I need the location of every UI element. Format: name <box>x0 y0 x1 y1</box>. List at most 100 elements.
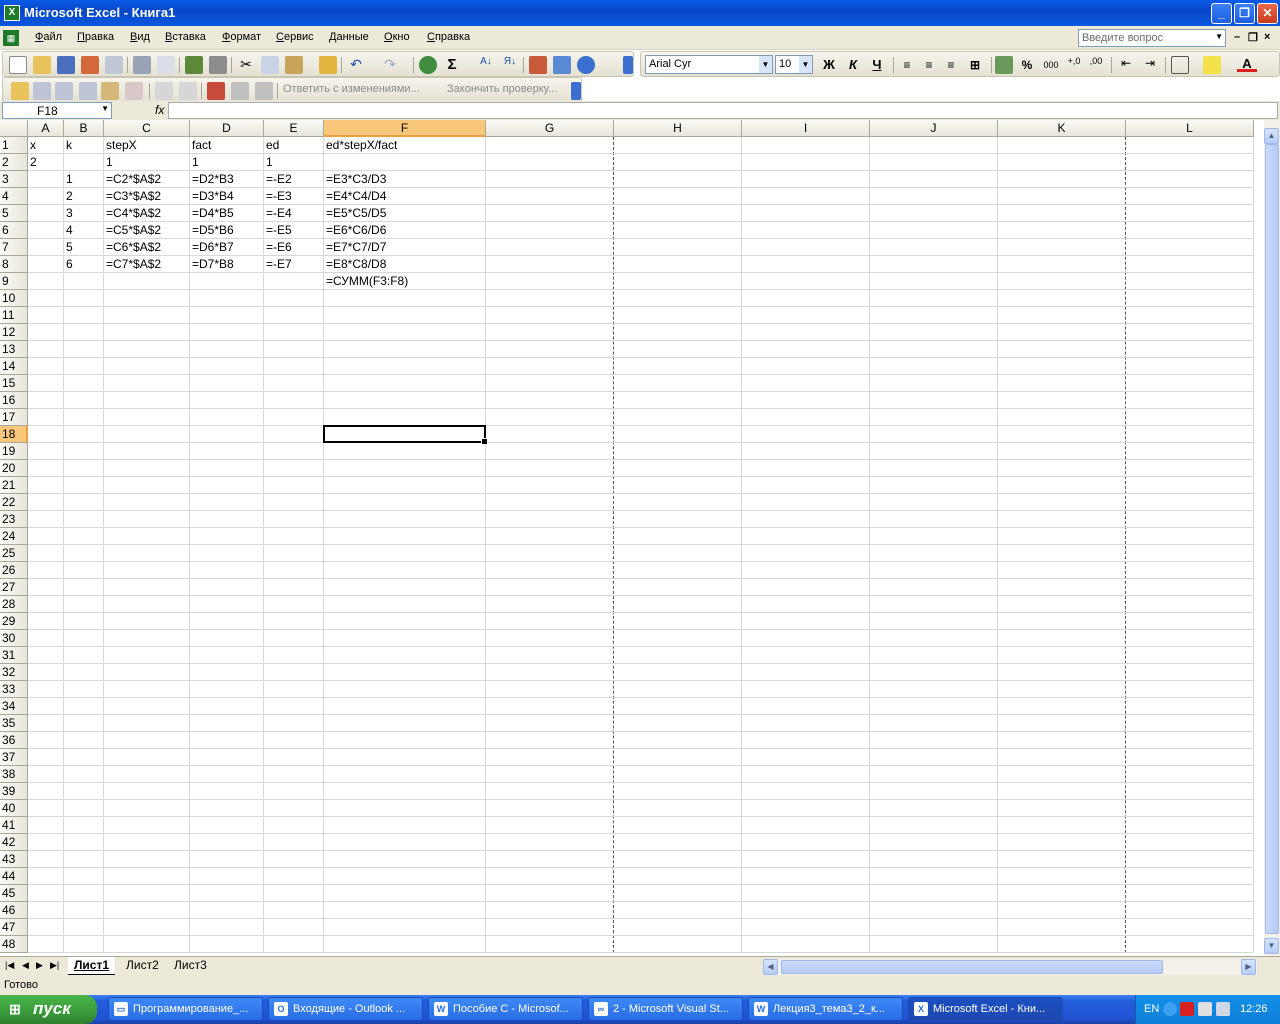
cell-c7[interactable]: =C6*$A$2 <box>104 239 190 256</box>
end-review-button[interactable]: Закончить проверку... <box>447 83 557 95</box>
undo-icon[interactable]: ↶ <box>347 56 365 74</box>
row-header-7[interactable]: 7 <box>0 239 28 256</box>
cell-c2[interactable]: 1 <box>104 154 190 171</box>
row-header-40[interactable]: 40 <box>0 800 28 817</box>
review-icon[interactable] <box>101 82 119 100</box>
row-header-10[interactable]: 10 <box>0 290 28 307</box>
cell-d2[interactable]: 1 <box>190 154 264 171</box>
row-header-3[interactable]: 3 <box>0 171 28 188</box>
task-button-6[interactable]: X Microsoft Excel - Кни... <box>908 997 1063 1021</box>
permission-icon[interactable] <box>81 56 99 74</box>
workbook-icon[interactable]: ▦ <box>3 30 19 46</box>
cell-d5[interactable]: =D4*B5 <box>190 205 264 222</box>
row-header-45[interactable]: 45 <box>0 885 28 902</box>
menu-format[interactable]: Формат <box>222 31 261 43</box>
name-box[interactable]: F18 ▼ <box>2 102 112 119</box>
menu-edit[interactable]: Правка <box>77 31 114 43</box>
font-size-select[interactable]: 10 ▼ <box>775 55 813 74</box>
row-header-29[interactable]: 29 <box>0 613 28 630</box>
cell-b8[interactable]: 6 <box>64 256 104 273</box>
row-header-15[interactable]: 15 <box>0 375 28 392</box>
autosum-icon[interactable]: Σ <box>443 56 461 74</box>
cell-d7[interactable]: =D6*B7 <box>190 239 264 256</box>
increase-decimal-icon[interactable]: +,0 <box>1065 56 1083 74</box>
row-header-20[interactable]: 20 <box>0 460 28 477</box>
fill-color-icon[interactable] <box>1203 56 1221 74</box>
cell-c6[interactable]: =C5*$A$2 <box>104 222 190 239</box>
italic-button[interactable]: К <box>843 56 863 74</box>
row-header-31[interactable]: 31 <box>0 647 28 664</box>
drawing-icon[interactable] <box>553 56 571 74</box>
network-icon[interactable] <box>1216 1002 1230 1016</box>
column-header-j[interactable]: J <box>870 120 998 137</box>
menu-window[interactable]: Окно <box>384 31 410 43</box>
row-header-42[interactable]: 42 <box>0 834 28 851</box>
doc-close-button[interactable]: × <box>1264 31 1270 43</box>
row-header-44[interactable]: 44 <box>0 868 28 885</box>
next-sheet-icon[interactable]: ▶ <box>36 960 43 971</box>
column-header-c[interactable]: C <box>104 120 190 137</box>
cell-f5[interactable]: =E5*C5/D5 <box>324 205 486 222</box>
column-header-g[interactable]: G <box>486 120 614 137</box>
row-header-22[interactable]: 22 <box>0 494 28 511</box>
cell-f8[interactable]: =E8*C8/D8 <box>324 256 486 273</box>
language-indicator[interactable]: EN <box>1144 1003 1159 1015</box>
row-header-19[interactable]: 19 <box>0 443 28 460</box>
cell-c3[interactable]: =C2*$A$2 <box>104 171 190 188</box>
track-changes-icon[interactable] <box>179 82 197 100</box>
menu-tools[interactable]: Сервис <box>276 31 314 43</box>
row-header-27[interactable]: 27 <box>0 579 28 596</box>
row-header-21[interactable]: 21 <box>0 477 28 494</box>
row-header-35[interactable]: 35 <box>0 715 28 732</box>
review-icon[interactable] <box>55 82 73 100</box>
cell-f7[interactable]: =E7*C7/D7 <box>324 239 486 256</box>
scroll-right-icon[interactable]: ▶ <box>1241 959 1256 975</box>
comment-icon[interactable] <box>255 82 273 100</box>
cell-b6[interactable]: 4 <box>64 222 104 239</box>
align-left-icon[interactable]: ≡ <box>897 56 917 74</box>
row-header-16[interactable]: 16 <box>0 392 28 409</box>
row-header-5[interactable]: 5 <box>0 205 28 222</box>
scroll-left-icon[interactable]: ◀ <box>763 959 778 975</box>
row-header-38[interactable]: 38 <box>0 766 28 783</box>
cell-d3[interactable]: =D2*B3 <box>190 171 264 188</box>
antivirus-icon[interactable] <box>1180 1002 1194 1016</box>
horizontal-scroll-thumb[interactable] <box>781 960 1163 974</box>
maximize-button[interactable]: ❐ <box>1234 3 1255 24</box>
row-header-11[interactable]: 11 <box>0 307 28 324</box>
row-header-36[interactable]: 36 <box>0 732 28 749</box>
menu-view[interactable]: Вид <box>130 31 150 43</box>
review-icon[interactable] <box>33 82 51 100</box>
cell-f4[interactable]: =E4*C4/D4 <box>324 188 486 205</box>
save-icon[interactable] <box>57 56 75 74</box>
cell-e1[interactable]: ed <box>264 137 324 154</box>
thousands-button[interactable]: 000 <box>1041 56 1061 74</box>
chevron-down-icon[interactable]: ▼ <box>1215 32 1223 41</box>
cell-e4[interactable]: =-E3 <box>264 188 324 205</box>
cell-f3[interactable]: =E3*C3/D3 <box>324 171 486 188</box>
select-all-corner[interactable] <box>0 120 28 137</box>
folder-icon[interactable] <box>11 82 29 100</box>
cell-b7[interactable]: 5 <box>64 239 104 256</box>
clock[interactable]: 12:26 <box>1240 1003 1268 1015</box>
horizontal-scrollbar[interactable]: ◀ ▶ <box>763 959 1257 975</box>
sheet-tab-3[interactable]: Лист3 <box>168 957 213 975</box>
sheet-tab-1[interactable]: Лист1 <box>68 957 116 975</box>
vertical-scroll-thumb[interactable] <box>1265 144 1279 934</box>
worksheet-grid[interactable]: ABCDEFGHIJKL 1 2 3 4 5 6 7 8 9 10 11 12 13 14 15 16 17 18… <box>0 120 1264 956</box>
cell-e5[interactable]: =-E4 <box>264 205 324 222</box>
decrease-decimal-icon[interactable]: ,00 <box>1087 56 1105 74</box>
format-painter-icon[interactable] <box>319 56 337 74</box>
row-header-34[interactable]: 34 <box>0 698 28 715</box>
cell-e2[interactable]: 1 <box>264 154 324 171</box>
doc-restore-button[interactable]: ❐ <box>1248 31 1258 44</box>
align-right-icon[interactable]: ≡ <box>941 56 961 74</box>
cell-e8[interactable]: =-E7 <box>264 256 324 273</box>
cell-c5[interactable]: =C4*$A$2 <box>104 205 190 222</box>
row-header-30[interactable]: 30 <box>0 630 28 647</box>
insert-function-icon[interactable]: fx <box>155 103 164 117</box>
comment-icon[interactable] <box>207 82 225 100</box>
tray-arrow-icon[interactable] <box>1163 1002 1177 1016</box>
excel-app-icon[interactable]: X <box>4 5 20 21</box>
doc-minimize-button[interactable]: – <box>1234 31 1240 43</box>
